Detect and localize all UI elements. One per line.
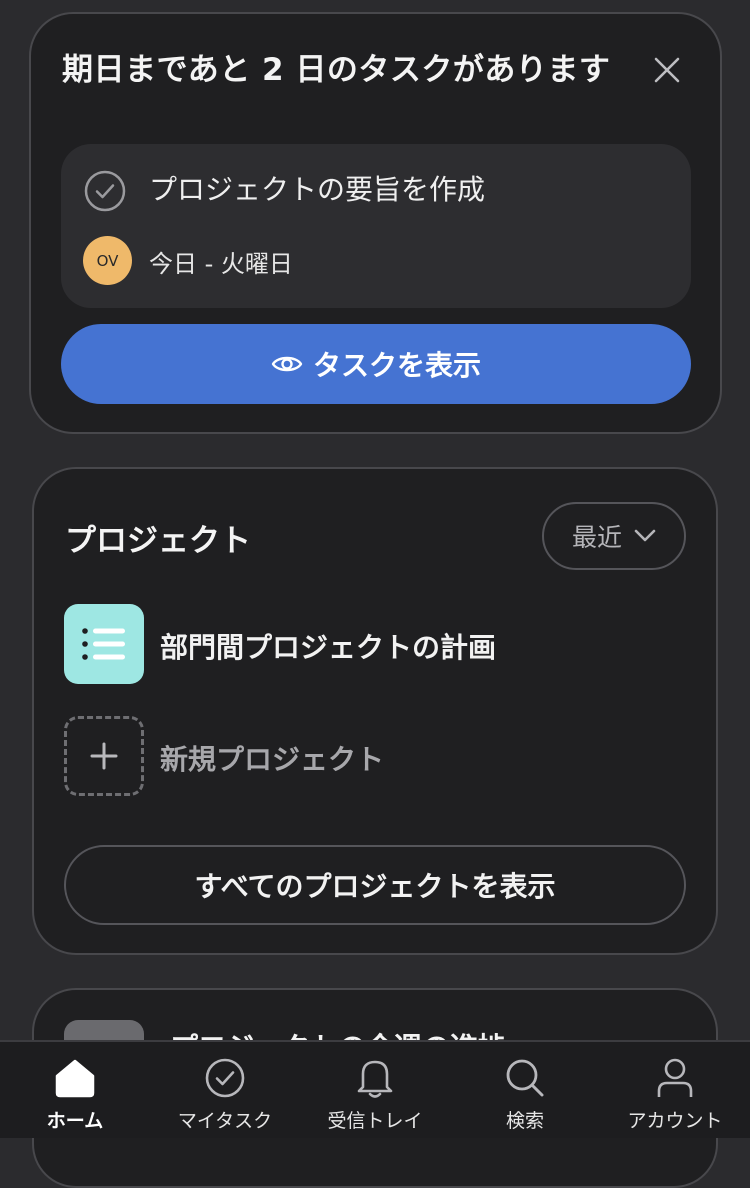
tab-home[interactable]: ホーム — [0, 1042, 150, 1138]
tab-search[interactable]: 検索 — [450, 1042, 600, 1138]
projects-title: プロジェクト — [65, 523, 251, 559]
view-all-projects-button[interactable]: すべてのプロジェクトを表示 — [64, 845, 686, 925]
eye-icon — [271, 356, 303, 372]
project-item[interactable]: 部門間プロジェクトの計画 — [64, 604, 694, 686]
list-icon — [64, 604, 144, 684]
plus-icon — [64, 716, 144, 796]
task-name: プロジェクトの要旨を作成 — [149, 173, 486, 206]
view-task-label: タスクを表示 — [312, 349, 481, 382]
projects-card: プロジェクト 最近 部門間プロジェクトの計画 新規プロジェクト すべてのプロジェ… — [32, 467, 718, 955]
tab-inbox[interactable]: 受信トレイ — [300, 1042, 450, 1138]
sort-label: 最近 — [571, 523, 622, 552]
home-icon — [53, 1056, 97, 1100]
due-soon-card: 期日まであと 2 日のタスクがあります プロジェクトの要旨を作成 OV 今日 -… — [29, 12, 722, 434]
view-task-button[interactable]: タスクを表示 — [61, 324, 691, 404]
avatar: OV — [83, 236, 132, 285]
tab-account[interactable]: アカウント — [600, 1042, 750, 1138]
check-circle-icon — [203, 1056, 247, 1100]
sort-dropdown[interactable]: 最近 — [542, 502, 686, 570]
due-soon-title: 期日まであと 2 日のタスクがあります — [62, 52, 611, 88]
close-button[interactable] — [645, 48, 689, 92]
tab-label: 受信トレイ — [327, 1110, 423, 1132]
task-item[interactable]: プロジェクトの要旨を作成 OV 今日 - 火曜日 — [61, 144, 691, 308]
task-due-date: 今日 - 火曜日 — [149, 250, 293, 278]
tab-my-tasks[interactable]: マイタスク — [150, 1042, 300, 1138]
new-project-button[interactable]: 新規プロジェクト — [64, 716, 694, 798]
task-complete-checkbox-icon[interactable] — [83, 169, 127, 213]
bell-icon — [353, 1056, 397, 1100]
close-icon — [654, 57, 680, 83]
tab-label: マイタスク — [177, 1110, 273, 1132]
bottom-tab-bar: ホーム マイタスク 受信トレイ 検索 アカウント — [0, 1040, 750, 1138]
person-icon — [653, 1056, 697, 1100]
project-name: 部門間プロジェクトの計画 — [160, 631, 497, 664]
tab-label: ホーム — [46, 1110, 104, 1132]
chevron-down-icon — [634, 529, 656, 542]
new-project-label: 新規プロジェクト — [160, 743, 385, 776]
tab-label: 検索 — [505, 1110, 544, 1132]
search-icon — [503, 1056, 547, 1100]
tab-label: アカウント — [627, 1110, 723, 1132]
